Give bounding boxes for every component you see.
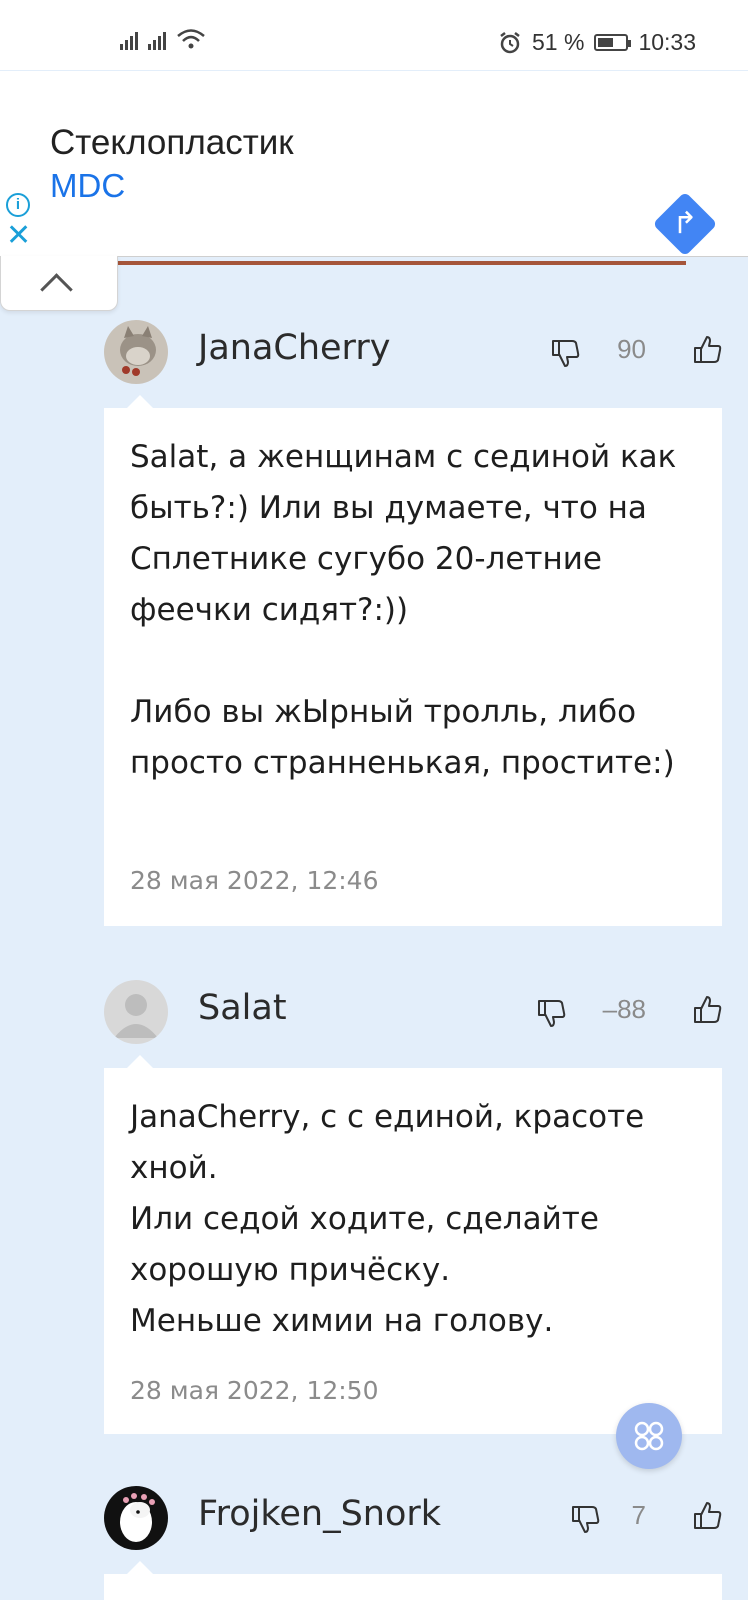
battery-percent: 51 %	[532, 29, 585, 55]
thumbs-up-icon[interactable]	[692, 994, 724, 1026]
turn-arrow-glyph: ↱	[672, 206, 698, 241]
floating-menu-button[interactable]	[616, 1403, 682, 1469]
battery-icon	[594, 34, 632, 51]
comment-header: Frojken_Snork 7	[104, 1486, 724, 1552]
signal-strength-2-icon	[148, 28, 166, 50]
alarm-icon	[500, 31, 520, 53]
comment-timestamp: 28 мая 2022, 12:46	[130, 866, 379, 895]
status-right: 51 % 10:33	[498, 29, 696, 56]
comment-bubble: Salat, а женщинам с сединой как быть?:) …	[104, 395, 722, 926]
comment-header: JanaCherry 90	[104, 320, 724, 386]
chevron-up-icon	[40, 273, 73, 306]
thumbs-down-icon[interactable]	[570, 1503, 602, 1535]
info-icon[interactable]: i	[6, 193, 30, 217]
ad-title[interactable]: Стеклопластик	[50, 123, 294, 163]
comment-score: –88	[602, 994, 646, 1024]
wifi-icon	[177, 29, 205, 49]
avatar[interactable]	[104, 320, 168, 384]
ad-banner[interactable]: Стеклопластик MDC i ✕ ↱	[0, 71, 748, 257]
article-accent-line	[118, 261, 686, 265]
close-icon[interactable]: ✕	[6, 221, 31, 251]
grid-icon	[634, 1421, 664, 1451]
ad-brand[interactable]: MDC	[50, 167, 125, 205]
thumbs-up-icon[interactable]	[692, 334, 724, 366]
comment-text: Salat, а женщинам с сединой как быть?:) …	[130, 439, 677, 781]
thumbs-down-icon[interactable]	[536, 997, 568, 1029]
comment-header: Salat –88	[104, 980, 724, 1046]
collapse-ad-button[interactable]	[0, 256, 118, 311]
signal-strength-1-icon	[120, 28, 138, 50]
signal-indicators	[120, 28, 206, 50]
thumbs-up-icon[interactable]	[692, 1500, 724, 1532]
comment-username[interactable]: JanaCherry	[198, 328, 390, 368]
comment-timestamp: 28 мая 2022, 12:50	[130, 1376, 379, 1405]
avatar[interactable]	[104, 980, 168, 1044]
avatar[interactable]	[104, 1486, 168, 1550]
comment-score: 90	[617, 334, 646, 364]
clock: 10:33	[638, 29, 696, 55]
status-bar: 51 % 10:33	[0, 0, 748, 70]
comment-score: 7	[631, 1500, 646, 1530]
comment-bubble: JanaCherry, с с единой, красоте хной. Ил…	[104, 1055, 722, 1434]
comment-text: JanaCherry, с с единой, красоте хной. Ил…	[130, 1099, 645, 1339]
thumbs-down-icon[interactable]	[550, 337, 582, 369]
comment-bubble	[104, 1561, 722, 1600]
comment-username[interactable]: Salat	[198, 988, 287, 1028]
comment-username[interactable]: Frojken_Snork	[198, 1494, 441, 1534]
